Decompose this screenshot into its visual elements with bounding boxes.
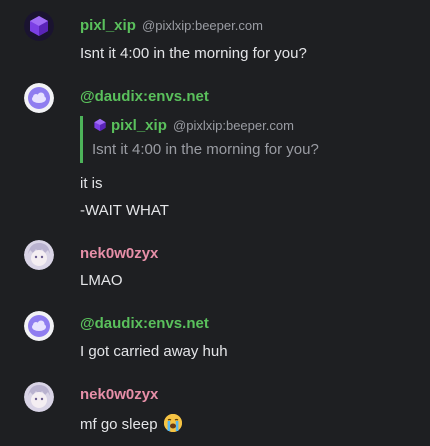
avatar-nek0w0zyx[interactable]: [24, 382, 54, 412]
sender-line: @daudix:envs.net: [80, 315, 209, 332]
sender-name[interactable]: nek0w0zyx: [80, 386, 158, 403]
avatar-daudix[interactable]: [24, 83, 54, 113]
cloud-avatar-icon: [24, 83, 54, 113]
anime-avatar-icon: [24, 240, 54, 270]
sender-name[interactable]: @daudix:envs.net: [80, 88, 209, 105]
sender-line: nek0w0zyx: [80, 386, 158, 403]
quote-sender-name: pixl_xip: [111, 117, 167, 134]
sender-name[interactable]: @daudix:envs.net: [80, 315, 209, 332]
quote-sender-handle: @pixlxip:beeper.com: [173, 118, 294, 133]
message-text: mf go sleep: [80, 416, 158, 433]
sender-line: pixl_xip @pixlxip:beeper.com: [80, 17, 263, 34]
reply-quote[interactable]: pixl_xip @pixlxip:beeper.com Isnt it 4:0…: [80, 116, 413, 163]
loudly-crying-face-emoji: [163, 414, 182, 432]
sender-line: @daudix:envs.net: [80, 88, 209, 105]
avatar-daudix[interactable]: [24, 311, 54, 341]
avatar-pixl-xip[interactable]: [24, 11, 54, 41]
sender-line: nek0w0zyx: [80, 245, 158, 262]
cloud-avatar-icon: [24, 311, 54, 341]
purple-cube-icon: [93, 118, 107, 136]
sender-name[interactable]: nek0w0zyx: [80, 245, 158, 262]
sender-name[interactable]: pixl_xip: [80, 17, 136, 34]
sender-handle: @pixlxip:beeper.com: [142, 18, 263, 33]
message-text: Isnt it 4:00 in the morning for you?: [80, 45, 307, 62]
message-text: -WAIT WHAT: [80, 202, 169, 219]
avatar-nek0w0zyx[interactable]: [24, 240, 54, 270]
quote-sender-line: pixl_xip @pixlxip:beeper.com: [93, 117, 294, 136]
quote-text: Isnt it 4:00 in the morning for you?: [92, 141, 319, 158]
purple-cube-icon: [24, 11, 54, 41]
message-text: I got carried away huh: [80, 343, 228, 360]
message-text: LMAO: [80, 272, 123, 289]
message-text: it is: [80, 175, 103, 192]
message-text-line: mf go sleep: [80, 414, 182, 433]
anime-avatar-icon: [24, 382, 54, 412]
